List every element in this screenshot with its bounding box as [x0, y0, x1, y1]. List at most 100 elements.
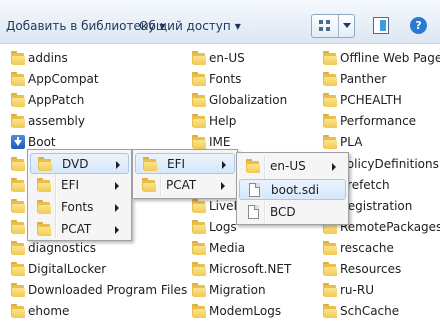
folder-icon: [11, 199, 25, 213]
folder-icon: [323, 114, 337, 128]
folder-item-label: Microsoft.NET: [209, 262, 292, 276]
file-icon: [248, 205, 259, 219]
folder-icon: [323, 283, 337, 297]
submenu-boot: DVD EFI Fonts PCAT: [27, 149, 132, 241]
chevron-right-icon: [115, 204, 119, 212]
menu-item-label: EFI: [167, 157, 186, 171]
folder-icon: [11, 93, 25, 107]
folder-item-label: Downloaded Program Files: [28, 283, 188, 297]
folder-item-label: Migration: [209, 283, 266, 297]
menu-item-fonts[interactable]: Fonts: [30, 197, 129, 218]
folder-icon: [323, 262, 337, 276]
folder-item-label: Globalization: [209, 93, 288, 107]
folder-icon: [192, 51, 206, 65]
folder-icon: [192, 72, 206, 86]
folder-icon: [11, 283, 25, 297]
folder-icon: [11, 72, 25, 86]
menu-item-pcat[interactable]: PCAT: [135, 175, 235, 196]
folder-item-label: Panther: [340, 72, 387, 86]
folder-icon: [143, 157, 157, 171]
menu-item-bcd[interactable]: BCD: [239, 202, 346, 223]
folder-icon: [192, 241, 206, 255]
folder-icon: [192, 135, 206, 149]
more-views-button[interactable]: [339, 15, 354, 37]
chevron-right-icon: [115, 226, 119, 234]
folder-item-label: SchCache: [340, 304, 400, 318]
preview-pane-icon[interactable]: [373, 17, 389, 34]
menu-item-label: DVD: [62, 157, 89, 171]
folder-item-label: assembly: [28, 114, 85, 128]
folder-icon: [37, 200, 51, 214]
share-button[interactable]: Общий доступ ▼: [139, 19, 241, 33]
folder-icon: [11, 262, 25, 276]
menu-item-label: boot.sdi: [271, 183, 320, 197]
folder-icon: [11, 220, 25, 234]
menu-item-pcat[interactable]: PCAT: [30, 219, 129, 240]
folder-icon: [192, 283, 206, 297]
folder-icon: [323, 241, 337, 255]
folder-icon: [192, 220, 206, 234]
menu-item-en-us[interactable]: en-US: [239, 156, 346, 177]
folder-item-label: AppPatch: [28, 93, 85, 107]
folder-item-label: Media: [209, 241, 246, 255]
folder-icon: [38, 157, 52, 171]
folder-icon: [192, 93, 206, 107]
menu-item-label: BCD: [270, 205, 296, 219]
folder-item-label: Fonts: [209, 72, 242, 86]
menu-item-label: Fonts: [61, 200, 94, 214]
folder-icon: [11, 51, 25, 65]
folder-item-label: RemotePackages: [340, 220, 440, 234]
chevron-right-icon: [332, 163, 336, 171]
folder-icon: [11, 114, 25, 128]
folder-item-label: PCHEALTH: [340, 93, 402, 107]
menu-item-efi[interactable]: EFI: [30, 175, 129, 196]
folder-icon: [142, 178, 156, 192]
help-icon[interactable]: ?: [410, 17, 427, 34]
folder-icon: [192, 262, 206, 276]
folder-icon: [37, 222, 51, 236]
folder-item-label: rescache: [340, 241, 394, 255]
boot-download-icon: [11, 135, 25, 149]
folder-item-label: ehome: [28, 304, 70, 318]
folder-icon: [323, 135, 337, 149]
folder-icon: [192, 304, 206, 318]
folder-icon: [246, 159, 260, 173]
folder-item-label: Logs: [209, 220, 237, 234]
folder-icon: [11, 304, 25, 318]
folder-item-label: ru-RU: [340, 283, 374, 297]
folder-item-label: addins: [28, 51, 68, 65]
menu-item-boot-sdi[interactable]: boot.sdi: [239, 179, 346, 200]
folder-icon: [11, 157, 25, 171]
chevron-down-icon: [343, 23, 351, 28]
folder-icon: [11, 178, 25, 192]
command-bar: Добавить в библиотеку ▼ Общий доступ ▼ ?: [0, 0, 440, 44]
folder-item-label: Resources: [340, 262, 402, 276]
submenu-dvd: EFI PCAT: [132, 149, 238, 199]
folder-item-label: PolicyDefinitions: [340, 157, 439, 171]
chevron-down-icon: ▼: [234, 22, 241, 31]
folder-icon: [323, 304, 337, 318]
add-to-library-label: Добавить в библиотеку: [6, 19, 156, 33]
folder-icon: [323, 72, 337, 86]
folder-item-label: Performance: [340, 114, 417, 128]
chevron-right-icon: [116, 161, 120, 169]
menu-item-label: PCAT: [166, 178, 197, 192]
change-view-button[interactable]: [312, 15, 339, 37]
folder-item-label: ModemLogs: [209, 304, 282, 318]
chevron-right-icon: [222, 161, 226, 169]
folder-item-label: PLA: [340, 135, 363, 149]
folder-icon: [192, 199, 206, 213]
folder-item-label: DigitalLocker: [28, 262, 107, 276]
folder-item-label: Offline Web Pages: [340, 51, 440, 65]
grid-view-icon: [319, 20, 331, 32]
menu-item-label: en-US: [270, 159, 306, 173]
folder-item-label: Registration: [340, 199, 413, 213]
folder-icon: [323, 51, 337, 65]
share-label: Общий доступ: [139, 19, 231, 33]
menu-item-dvd[interactable]: DVD: [30, 153, 129, 174]
folder-item-label: en-US: [209, 51, 245, 65]
folder-icon: [11, 241, 25, 255]
menu-item-label: PCAT: [61, 222, 92, 236]
menu-item-efi[interactable]: EFI: [135, 153, 235, 174]
menu-item-label: EFI: [61, 178, 80, 192]
